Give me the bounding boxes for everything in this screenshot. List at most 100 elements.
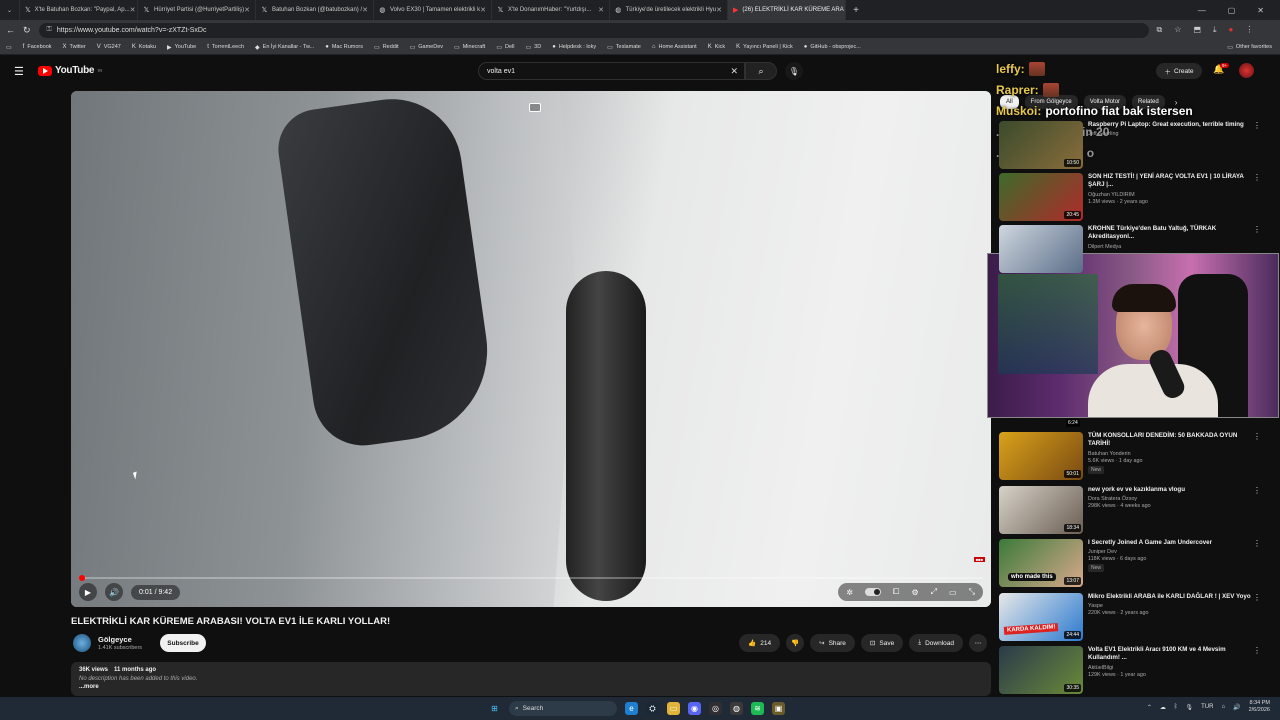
more-options-icon[interactable]: ⋮ [1253,121,1261,130]
windows-start-icon[interactable]: ⊞ [488,702,501,715]
recommendation-channel[interactable]: Yaspe [1088,603,1258,609]
miniplayer-icon[interactable] [529,103,541,112]
download-icon[interactable]: ⤓ [1213,25,1217,35]
youtube-logo[interactable]: YouTube TR [38,65,102,76]
close-tab-icon[interactable]: ✕ [244,6,250,14]
filter-chip[interactable]: All [1000,95,1019,109]
captions-icon[interactable]: ⧠ [893,587,899,597]
recommendation-channel[interactable]: Jeff Geerling [1088,131,1258,137]
bluetooth-icon[interactable]: ᛒ [1174,704,1178,710]
language-indicator[interactable]: TUR [1201,704,1213,710]
expand-icon[interactable]: ⤡ [969,587,975,597]
recommendation-item[interactable]: 30:35 Volta EV1 Elektrikli Aracı 9100 KM … [999,646,1269,696]
edge-icon[interactable]: e [625,702,638,715]
recommendation-channel[interactable]: Juniper Dev [1088,549,1258,555]
bookmark-item[interactable]: K Kotaku [132,44,156,50]
recommendation-item[interactable]: 20:45 SON HIZ TESTİ! | YENİ ARAÇ VOLTA EV… [999,173,1269,223]
more-options-icon[interactable]: ⋮ [1253,225,1261,234]
bookmark-item[interactable]: f Facebook [23,44,52,50]
bookmark-item[interactable]: V VG247 [97,44,121,50]
channel-name[interactable]: Gölgeyce [98,635,132,644]
tray-chevron-icon[interactable]: ⌃ [1147,704,1152,711]
bookmark-item[interactable]: ● GitHub - obsprojec... [804,44,861,50]
recommendation-channel[interactable]: Oğuzhan YILDIRIM [1088,192,1258,198]
bookmark-item[interactable]: ▭ GameDev [410,44,443,51]
recommendation-channel[interactable]: Dilpert Medya [1088,244,1258,250]
recommendation-item[interactable]: 50:01 TÜM KONSOLLARI DENEDİM: 50 BAKKADA … [999,432,1269,482]
account-avatar[interactable] [1239,63,1254,78]
recommendation-thumbnail[interactable]: 30:35 [999,646,1083,694]
like-button[interactable]: 👍 214 [739,634,781,652]
tab-menu[interactable]: ⌄ [0,0,20,20]
bookmark-item[interactable]: ▭ Reddit [374,44,399,51]
network-icon[interactable]: ⌂ [1221,704,1225,710]
save-button[interactable]: ⊡ Save [860,634,904,652]
recommendation-title[interactable]: SON HIZ TESTİ! | YENİ ARAÇ VOLTA EV1 | 1… [1088,173,1258,190]
recommendation-item[interactable]: 18:34 new york ev ve kazıklanma vlogu Dora… [999,485,1269,536]
progress-scrubber[interactable] [78,575,85,581]
more-options-icon[interactable]: ⋮ [1253,646,1261,655]
voice-search-button[interactable]: 🎙 [785,62,803,80]
taskbar-search[interactable]: ⌕ Search [509,701,617,716]
recommendation-title[interactable]: new york ev ve kazıklanma vlogu [1088,486,1258,494]
filter-chip[interactable]: From Gölgeyce [1024,95,1078,109]
mute-button[interactable]: 🔊 [105,583,123,601]
file-explorer-icon[interactable]: ▭ [667,702,680,715]
browser-tab[interactable]: ◍ Volvo EX30 | Tamamen elektrikli k ✕ [374,0,492,20]
filter-chip[interactable]: Volta Motor [1083,95,1127,109]
recommendation-item[interactable]: 13:07 I Secretly Joined A Game Jam Underc… [999,539,1269,589]
more-options-icon[interactable]: ⋮ [1253,593,1261,602]
browser-tab[interactable]: 𝕏 X'te Batuhan Bozkan: "Paypal, Ap... ✕ [20,0,138,20]
close-tab-icon[interactable]: ✕ [716,6,722,14]
more-options-icon[interactable]: ⋮ [1253,173,1261,182]
settings-gear-icon[interactable]: ⚙ [911,588,918,597]
bookmark-item[interactable]: ▭ Teslamate [607,44,641,51]
star-icon[interactable]: ☆ [1174,25,1181,35]
bookmark-item[interactable]: ● Mac Rumors [325,44,363,50]
recommendation-channel[interactable]: Batuhan Yonderin [1088,451,1258,457]
menu-icon[interactable]: ⋮ [1245,25,1253,35]
more-options-icon[interactable]: ⋮ [1253,539,1261,548]
bookmark-item[interactable]: ● Helpdesk : loky [552,44,596,50]
new-tab-button[interactable]: + [846,5,866,16]
share-button[interactable]: ↪ Share [810,634,855,652]
recommendation-title[interactable]: TÜM KONSOLLARI DENEDİM: 50 BAKKADA OYUN … [1088,432,1258,449]
search-input[interactable]: volta ev1 ✕ [478,62,745,80]
recommendation-item[interactable]: KROHNE Türkiye'den Batu Yaltuğ, TÜRKAK A… [999,225,1269,275]
recommendation-title[interactable]: Volta EV1 Elektrikli Aracı 9100 KM ve 4 … [1088,646,1258,663]
browser-tab[interactable]: 𝕏 X'te DonanımHaber: "Yurtdışı... ✕ [492,0,610,20]
profile-icon[interactable]: ● [1229,25,1234,35]
progress-bar[interactable] [78,575,983,581]
bookmark-item[interactable]: K Yayıncı Paneli | Kick [736,44,793,50]
install-icon[interactable]: ⧉ [1157,25,1163,35]
bookmark-item[interactable]: ◆ En İyi Kanallar - Tw... [255,44,314,51]
reload-icon[interactable]: ↻ [23,25,31,36]
bookmark-item[interactable]: ⌂ Home Assistant [652,44,697,50]
steam-icon[interactable]: ⛭ [646,702,659,715]
close-tab-icon[interactable]: ✕ [480,6,486,14]
spotify-icon[interactable]: ≋ [751,702,764,715]
recommendation-item[interactable]: 24:44 Mikro Elektrikli ARABA ile KARLI DA… [999,592,1269,643]
browser-tab[interactable]: ▶(26) ELEKTRİKLİ KAR KÜREME ARA✕ [728,0,846,20]
bookmark-item[interactable]: ▭ 3D [525,44,541,51]
more-options-icon[interactable]: ⋮ [1253,432,1261,441]
app-icon[interactable]: ▣ [772,702,785,715]
theater-mode-icon[interactable]: ▭ [949,588,957,597]
minimize-icon[interactable]: — [1198,6,1206,15]
close-tab-icon[interactable]: ✕ [598,6,604,14]
description-box[interactable]: 36K views 11 months ago No description ha… [71,662,991,696]
close-window-icon[interactable]: ✕ [1257,6,1264,15]
discord-icon[interactable]: ◉ [688,702,701,715]
fullscreen-toggle-icon[interactable]: ⤢ [931,587,937,597]
search-button[interactable]: ⌕ [745,62,777,80]
close-tab-icon[interactable]: ✕ [362,6,368,14]
browser-tab[interactable]: 𝕏 Batuhan Bozkan (@batubozkan) / ✕ [256,0,374,20]
clock[interactable]: 8:34 PM 2/6/2026 [1249,700,1270,714]
cloud-icon[interactable]: ☁ [1160,704,1166,711]
hamburger-menu-icon[interactable]: ☰ [14,65,24,78]
recommendation-item[interactable]: 10:50 Raspberry Pi Laptop: Great executio… [999,121,1269,171]
obs-icon[interactable]: ◎ [709,702,722,715]
create-button[interactable]: ＋ Create [1156,63,1202,79]
more-actions-button[interactable]: ⋯ [969,634,987,652]
bookmark-item[interactable]: ▭ Minecraft [454,44,485,51]
